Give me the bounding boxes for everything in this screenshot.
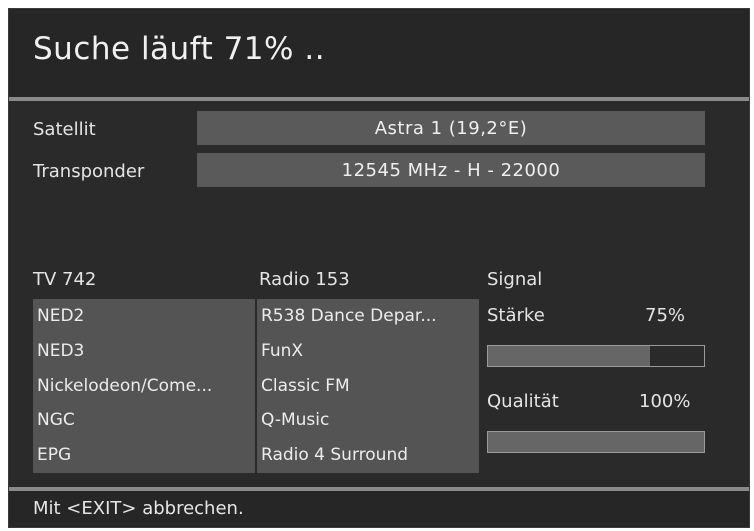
satellite-label: Satellit (33, 119, 96, 140)
signal-header: Signal (487, 269, 543, 290)
list-item: Radio 4 Surround (261, 445, 409, 466)
satellite-value: Astra 1 (19,2°E) (197, 111, 705, 145)
footer-bar: Mit <EXIT> abbrechen. (9, 491, 749, 527)
list-item: Nickelodeon/Come... (37, 375, 213, 396)
tv-channel-list: NED2 NED3 Nickelodeon/Come... NGC EPG (33, 299, 255, 473)
quality-label: Qualität (487, 391, 559, 412)
list-item: NED3 (37, 340, 85, 361)
exit-hint: Mit <EXIT> abbrechen. (33, 498, 244, 519)
strength-bar-fill (488, 346, 650, 366)
list-item: R538 Dance Depar... (261, 306, 437, 326)
radio-count-header: Radio 153 (259, 269, 350, 290)
scan-screen: Suche läuft 71% .. Satellit Astra 1 (19,… (8, 8, 750, 528)
transponder-value: 12545 MHz - H - 22000 (197, 153, 705, 187)
quality-value: 100% (639, 391, 691, 412)
list-item: NGC (37, 410, 75, 431)
title-bar: Suche läuft 71% .. (9, 9, 749, 97)
quality-bar (487, 431, 705, 453)
top-separator (9, 97, 749, 101)
transponder-label: Transponder (33, 161, 145, 182)
list-item: FunX (261, 340, 304, 361)
strength-label: Stärke (487, 305, 545, 326)
scan-progress-title: Suche läuft 71% .. (33, 31, 326, 67)
tv-count-header: TV 742 (33, 269, 97, 290)
strength-value: 75% (645, 305, 686, 326)
list-item: Q-Music (261, 410, 330, 431)
list-item: NED2 (37, 306, 85, 326)
list-item: EPG (37, 445, 72, 466)
quality-bar-fill (488, 432, 704, 452)
radio-channel-list: R538 Dance Depar... FunX Classic FM Q-Mu… (257, 299, 479, 473)
strength-bar (487, 345, 705, 367)
list-item: Classic FM (261, 375, 350, 396)
